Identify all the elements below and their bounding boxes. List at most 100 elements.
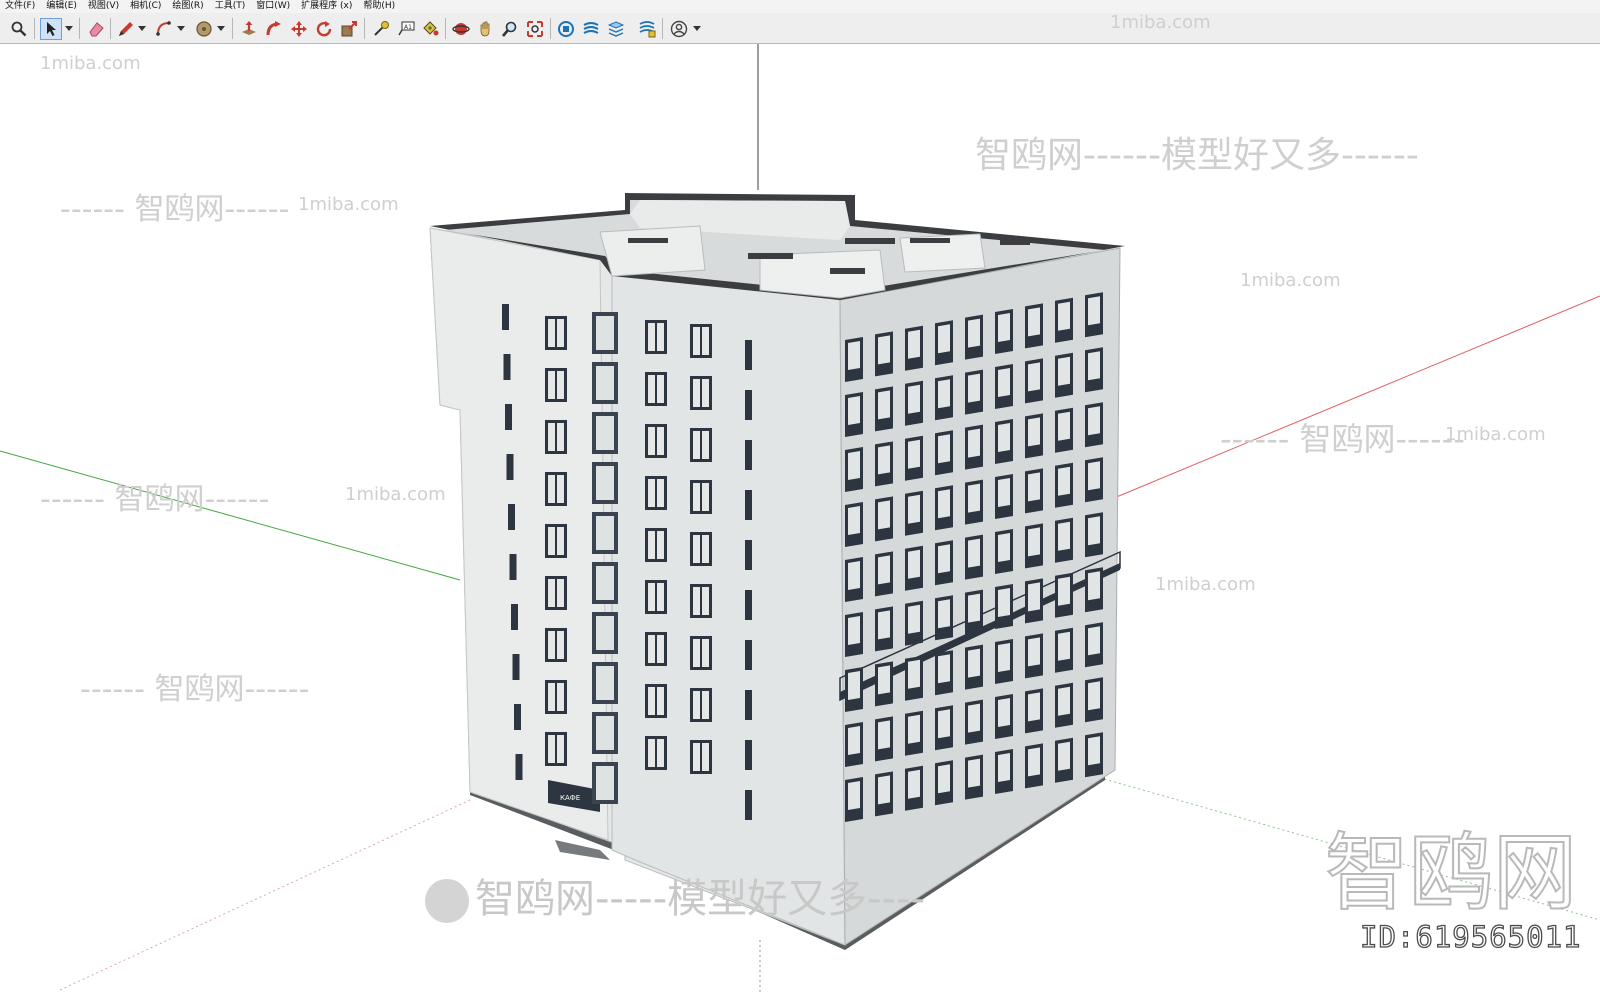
window-pane [693, 483, 700, 511]
red-axis-dotted [59, 799, 471, 991]
right-window-pane [998, 588, 1010, 617]
right-window-pane [878, 500, 890, 530]
window-pane [657, 323, 664, 351]
tape-measure-icon[interactable] [370, 18, 392, 40]
pencil-dropdown-icon[interactable] [137, 23, 146, 33]
window-pane [702, 483, 709, 511]
menu-camera[interactable]: 相机(C) [125, 0, 167, 13]
component-icon[interactable] [555, 18, 577, 40]
facade-narrow-window [503, 354, 511, 380]
zoom-icon[interactable] [8, 18, 30, 40]
right-window-pane [1058, 356, 1070, 386]
window-pane [557, 319, 564, 347]
right-window-pane [908, 714, 920, 744]
facade-narrow-window [509, 554, 517, 580]
window-pane [648, 635, 655, 663]
right-window-pane [908, 549, 920, 579]
menu-edit[interactable]: 编辑(E) [41, 0, 83, 13]
push-pull-icon[interactable] [238, 18, 260, 40]
account-icon[interactable] [668, 18, 690, 40]
right-window-pane [998, 478, 1010, 507]
menu-file[interactable]: 文件(F) [0, 0, 41, 13]
zoom-tool-icon[interactable] [499, 18, 521, 40]
window-pane [557, 683, 564, 711]
layers-icon[interactable] [605, 18, 627, 40]
account-dropdown-icon[interactable] [692, 23, 701, 33]
scenes-icon[interactable] [636, 18, 658, 40]
window-pane [702, 691, 709, 719]
window-pane [693, 743, 700, 771]
window-pane [702, 431, 709, 459]
facade-narrow-window [502, 304, 509, 330]
rotate-icon[interactable] [313, 18, 335, 40]
circle-dropdown-icon[interactable] [216, 23, 225, 33]
paint-bucket-icon[interactable] [419, 18, 441, 40]
arc-icon[interactable] [153, 18, 175, 40]
right-window-pane [938, 654, 950, 684]
right-window-pane [998, 368, 1010, 397]
window-pane [648, 739, 655, 767]
window-pane [557, 527, 564, 555]
window-pane [648, 375, 655, 403]
styles-icon[interactable] [580, 18, 602, 40]
right-window-pane [1088, 296, 1100, 326]
right-window-pane [878, 555, 890, 585]
menu-draw[interactable]: 绘图(R) [167, 0, 209, 13]
window-pane [693, 431, 700, 459]
eraser-icon[interactable] [85, 18, 107, 40]
right-window-pane [878, 445, 890, 475]
menu-tools[interactable]: 工具(T) [210, 0, 252, 13]
arc-dropdown-icon[interactable] [176, 23, 185, 33]
facade-narrow-window [514, 704, 521, 730]
stair-glazing-pane [596, 316, 614, 350]
right-window-pane [938, 434, 950, 464]
right-window-pane [968, 373, 980, 403]
right-window-pane [968, 703, 980, 733]
window-pane [693, 379, 700, 407]
right-window-pane [1058, 741, 1070, 771]
roof-vent [748, 253, 793, 259]
facade-narrow-window [745, 490, 752, 520]
right-window-pane [1058, 686, 1070, 716]
right-window-pane [848, 341, 860, 370]
model-viewport[interactable]: КАФЕ 1miba.com 1miba.com 智鸥网------模型好又多-… [0, 12, 1600, 993]
3d-scene[interactable]: КАФЕ [0, 44, 1600, 993]
menu-help[interactable]: 帮助(H) [358, 0, 401, 13]
select-arrow-icon[interactable] [40, 18, 62, 40]
facade-narrow-window [745, 590, 752, 620]
move-icon[interactable] [288, 18, 310, 40]
right-window-pane [998, 698, 1010, 727]
right-window-pane [938, 599, 950, 629]
circle-icon[interactable] [193, 18, 215, 40]
right-window-pane [1028, 307, 1040, 337]
window-pane [548, 423, 555, 451]
facade-narrow-window [745, 640, 752, 670]
right-window-pane [1028, 582, 1040, 612]
right-window-pane [878, 665, 890, 695]
window-pane [557, 735, 564, 763]
building-left-wing [429, 227, 609, 841]
facade-narrow-window [506, 454, 514, 480]
window-pane [657, 583, 664, 611]
right-window-pane [938, 764, 950, 794]
text-icon[interactable]: A1 [395, 18, 417, 40]
menu-extensions[interactable]: 扩展程序 (x) [296, 0, 358, 13]
window-pane [548, 319, 555, 347]
zoom-extents-icon[interactable] [524, 18, 546, 40]
window-pane [657, 375, 664, 403]
right-window-pane [1028, 472, 1040, 502]
orbit-icon[interactable] [450, 18, 472, 40]
pan-icon[interactable] [475, 18, 497, 40]
pencil-icon[interactable] [115, 18, 137, 40]
follow-me-icon[interactable] [263, 18, 285, 40]
select-dropdown-icon[interactable] [64, 23, 73, 33]
scale-icon[interactable] [338, 18, 360, 40]
menu-window[interactable]: 窗口(W) [251, 0, 296, 13]
window-pane [648, 687, 655, 715]
menu-view[interactable]: 视图(V) [83, 0, 125, 13]
roof-stair-core [599, 225, 706, 277]
window-pane [648, 323, 655, 351]
right-window-pane [1058, 301, 1070, 331]
facade-narrow-window [511, 604, 518, 630]
svg-text:A1: A1 [404, 24, 412, 31]
